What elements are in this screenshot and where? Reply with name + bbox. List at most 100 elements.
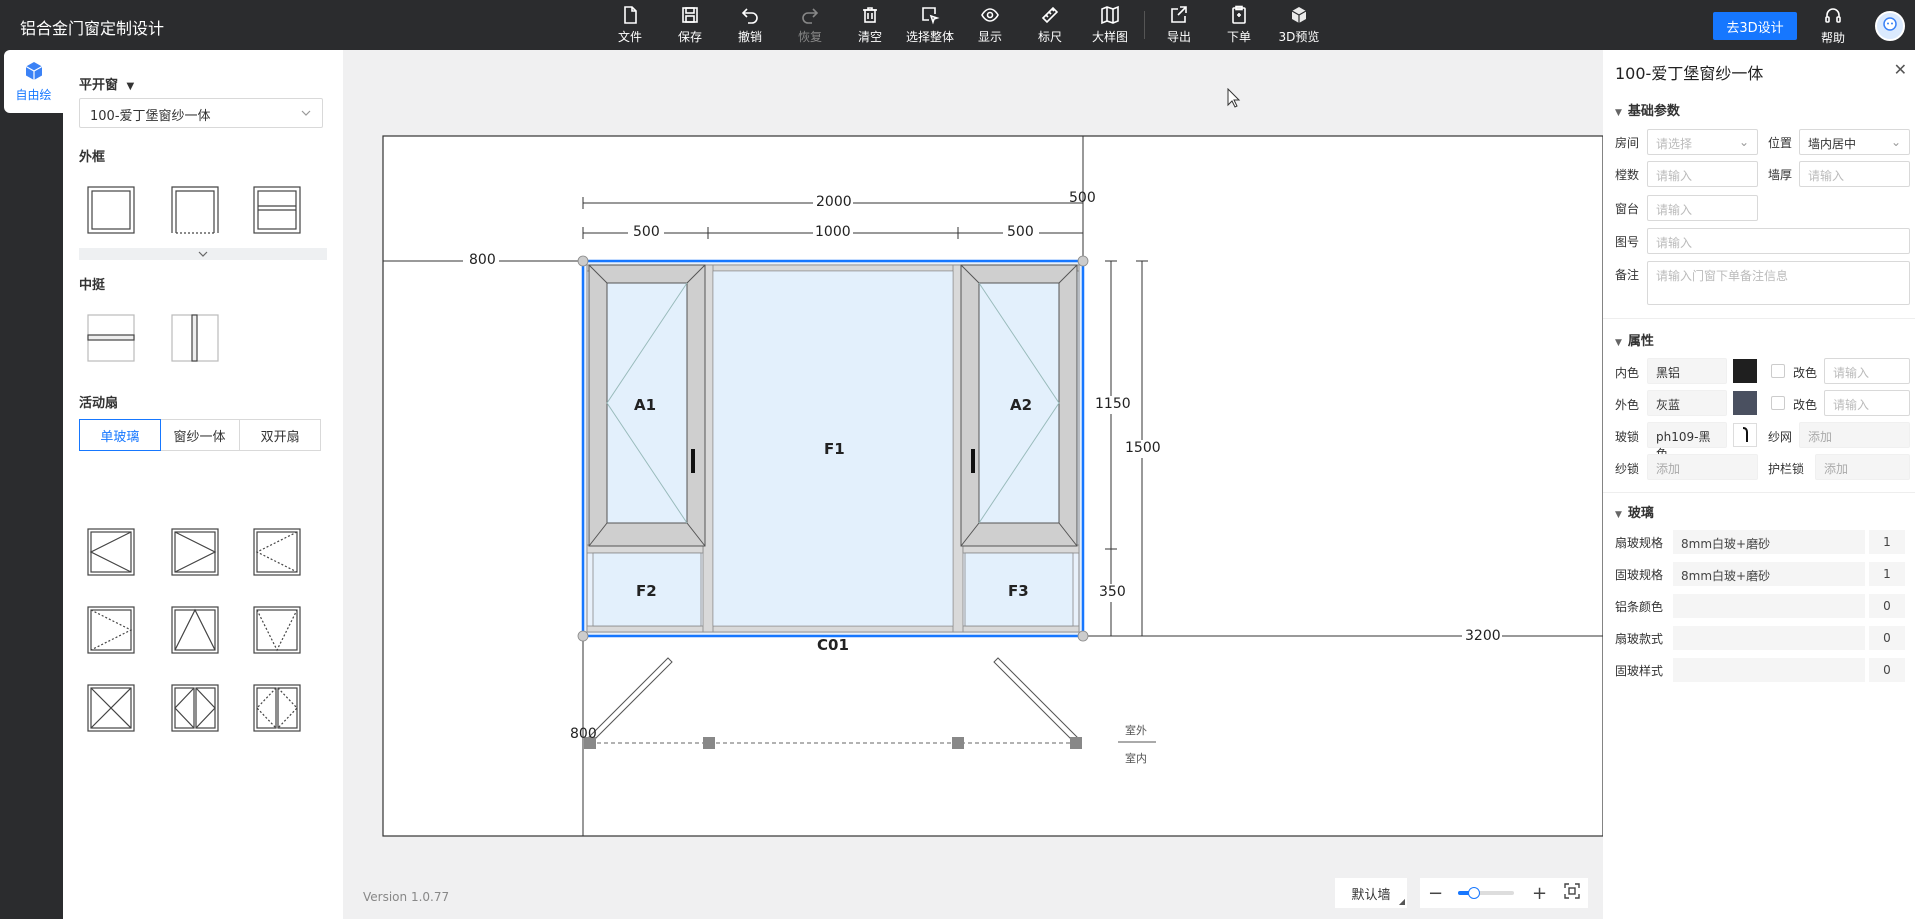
pane-label-f2: F2 <box>636 582 657 600</box>
design-3d-button[interactable]: 去3D设计 <box>1713 12 1797 40</box>
rail-item-free-draw[interactable]: 自由绘 <box>4 50 63 113</box>
zoom-slider[interactable] <box>1458 887 1514 899</box>
tool-display[interactable]: 显示 <box>960 0 1020 50</box>
dim-total-width: 2000 <box>816 194 852 210</box>
attributes-section[interactable]: ▼ 属性 <box>1615 330 1654 349</box>
left-rail: 自由绘 <box>0 50 63 919</box>
guard-lock-input[interactable]: 添加 <box>1815 454 1910 480</box>
user-avatar[interactable] <box>1875 11 1905 41</box>
tool-undo[interactable]: 撤销 <box>720 0 780 50</box>
screen-input[interactable]: 添加 <box>1799 422 1910 448</box>
lock-handle-icon[interactable] <box>1733 423 1757 447</box>
frame-option-2[interactable] <box>171 186 219 234</box>
save-icon <box>682 7 698 23</box>
glass-row[interactable]: 固玻规格 8mm白玻+磨砂 1 <box>1615 562 1905 586</box>
trash-icon <box>863 7 877 23</box>
sash-tab-screen-combo[interactable]: 窗纱一体 <box>160 420 241 450</box>
mullion-vertical-option[interactable] <box>171 314 219 362</box>
sash-option-top-hung[interactable] <box>171 606 219 654</box>
sash-option-tilt-turn[interactable] <box>87 684 135 732</box>
tool-ruler[interactable]: 标尺 <box>1020 0 1080 50</box>
mouse-cursor-icon <box>1227 88 1241 108</box>
sash-option-left-open[interactable] <box>87 528 135 576</box>
position-label: 位置 <box>1768 136 1793 150</box>
basic-params-section[interactable]: ▼ 基础参数 <box>1615 100 1680 119</box>
caret-down-icon: ▼ <box>1615 510 1622 520</box>
pane-label-a1: A1 <box>634 396 657 414</box>
tool-save[interactable]: 保存 <box>660 0 720 50</box>
product-select[interactable]: 100-爱丁堡窗纱一体 <box>79 98 323 128</box>
redo-icon <box>802 8 819 24</box>
tool-redo[interactable]: 恢复 <box>780 0 840 50</box>
tool-detail-map[interactable]: 大样图 <box>1080 0 1140 50</box>
drawing-number-input[interactable]: 请输入 <box>1647 228 1910 254</box>
drawing-number-label: 图号 <box>1615 235 1640 249</box>
dim-right-offset: 3200 <box>1465 628 1501 644</box>
glass-row[interactable]: 扇玻款式 0 <box>1615 626 1905 650</box>
sash-option-double-open-dashed[interactable] <box>253 684 301 732</box>
inner-color-value[interactable]: 黑铝 <box>1647 358 1727 384</box>
sash-type-tabs: 单玻璃 窗纱一体 双开扇 <box>79 419 321 451</box>
sash-option-right-open[interactable] <box>171 528 219 576</box>
frame-option-3[interactable] <box>253 186 301 234</box>
chevron-down-icon: ⌄ <box>1890 135 1901 149</box>
rail-item-label: 自由绘 <box>15 88 52 102</box>
help-button[interactable]: 帮助 <box>1803 4 1863 48</box>
zoom-out-button[interactable]: − <box>1428 883 1448 904</box>
outer-recolor-input[interactable]: 请输入 <box>1824 390 1910 416</box>
sash-option-left-open-dashed[interactable] <box>253 528 301 576</box>
inner-color-swatch[interactable] <box>1733 359 1757 383</box>
position-select[interactable]: 墙内居中 ⌄ <box>1799 129 1910 155</box>
tool-export[interactable]: 导出 <box>1149 0 1209 50</box>
sill-input[interactable]: 请输入 <box>1647 195 1758 221</box>
frame-option-1[interactable] <box>87 186 135 234</box>
inside-label: 室内 <box>1125 752 1147 765</box>
sash-tab-double-sash[interactable]: 双开扇 <box>240 420 320 450</box>
headset-icon <box>1825 8 1841 23</box>
zoom-slider-handle[interactable] <box>1468 887 1480 899</box>
count-input[interactable]: 请输入 <box>1647 161 1758 187</box>
tool-order[interactable]: 下单 <box>1209 0 1269 50</box>
zoom-in-button[interactable]: + <box>1532 883 1552 904</box>
room-select[interactable]: 请选择 ⌄ <box>1647 129 1758 155</box>
remark-textarea[interactable]: 请输入门窗下单备注信息 <box>1647 261 1910 305</box>
design-canvas[interactable]: 2000 500 1000 500 500 800 1150 1500 350 … <box>343 50 1603 919</box>
dim-center-width: 1000 <box>815 224 851 240</box>
glass-row[interactable]: 扇玻规格 8mm白玻+磨砂 1 <box>1615 530 1905 554</box>
screen-label: 纱网 <box>1768 430 1793 444</box>
tool-file[interactable]: 文件 <box>600 0 660 50</box>
outer-recolor-checkbox[interactable] <box>1771 396 1785 410</box>
glass-lock-value[interactable]: ph109-黑色 <box>1647 422 1727 461</box>
wall-thickness-input[interactable]: 请输入 <box>1799 161 1910 187</box>
sash-option-right-open-dashed[interactable] <box>87 606 135 654</box>
inner-recolor-label: 改色 <box>1793 366 1818 380</box>
outer-recolor-label: 改色 <box>1793 398 1818 412</box>
close-icon[interactable]: ✕ <box>1894 60 1907 79</box>
sash-option-double-open[interactable] <box>171 684 219 732</box>
inner-recolor-checkbox[interactable] <box>1771 364 1785 378</box>
glass-row[interactable]: 铝条颜色 0 <box>1615 594 1905 618</box>
properties-panel: 100-爱丁堡窗纱一体 ✕ ▼ 基础参数 房间 请选择 ⌄ 位置 墙内居中 ⌄ 樘… <box>1603 50 1915 919</box>
expand-frames-toggle[interactable] <box>79 248 327 260</box>
sash-tab-single-glass[interactable]: 单玻璃 <box>79 419 161 451</box>
outer-color-swatch[interactable] <box>1733 391 1757 415</box>
screen-lock-input[interactable]: 添加 <box>1647 454 1758 480</box>
default-wall-button[interactable]: 默认墙 ◢ <box>1335 878 1407 908</box>
screen-lock-label: 纱锁 <box>1615 462 1640 476</box>
tool-select-all[interactable]: 选择整体 <box>900 0 960 50</box>
ruler-icon <box>1041 6 1059 24</box>
avatar-face-icon <box>1877 13 1903 39</box>
panel-title: 100-爱丁堡窗纱一体 <box>1615 64 1764 83</box>
tool-3d-preview[interactable]: 3D预览 <box>1269 0 1329 50</box>
outer-color-value[interactable]: 灰蓝 <box>1647 390 1727 416</box>
sash-option-bottom-hung[interactable] <box>253 606 301 654</box>
category-dropdown[interactable]: 平开窗 ▼ <box>79 74 134 93</box>
inner-recolor-input[interactable]: 请输入 <box>1824 358 1910 384</box>
glass-lock-label: 玻锁 <box>1615 430 1640 444</box>
tool-clear[interactable]: 清空 <box>840 0 900 50</box>
glass-section[interactable]: ▼ 玻璃 <box>1615 502 1654 521</box>
glass-row[interactable]: 固玻样式 0 <box>1615 658 1905 682</box>
fit-screen-icon[interactable] <box>1564 883 1580 903</box>
mullion-horizontal-option[interactable] <box>87 314 135 362</box>
zoom-controls: − + <box>1420 878 1588 908</box>
